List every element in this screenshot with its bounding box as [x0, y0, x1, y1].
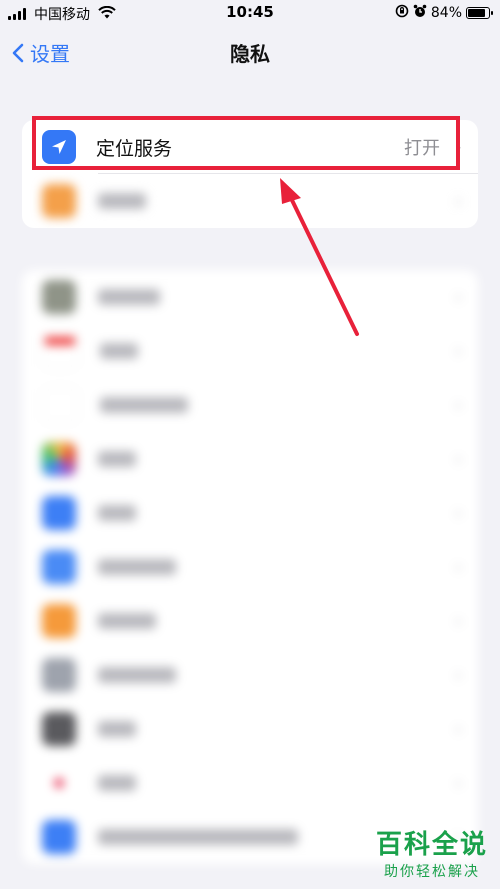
- watermark-title: 百科全说: [375, 830, 488, 860]
- watermark-subtitle: 助你轻松解决: [383, 864, 480, 880]
- watermark: 百科全说 助你轻松解决: [376, 824, 488, 881]
- annotation-arrow-icon: [280, 178, 359, 336]
